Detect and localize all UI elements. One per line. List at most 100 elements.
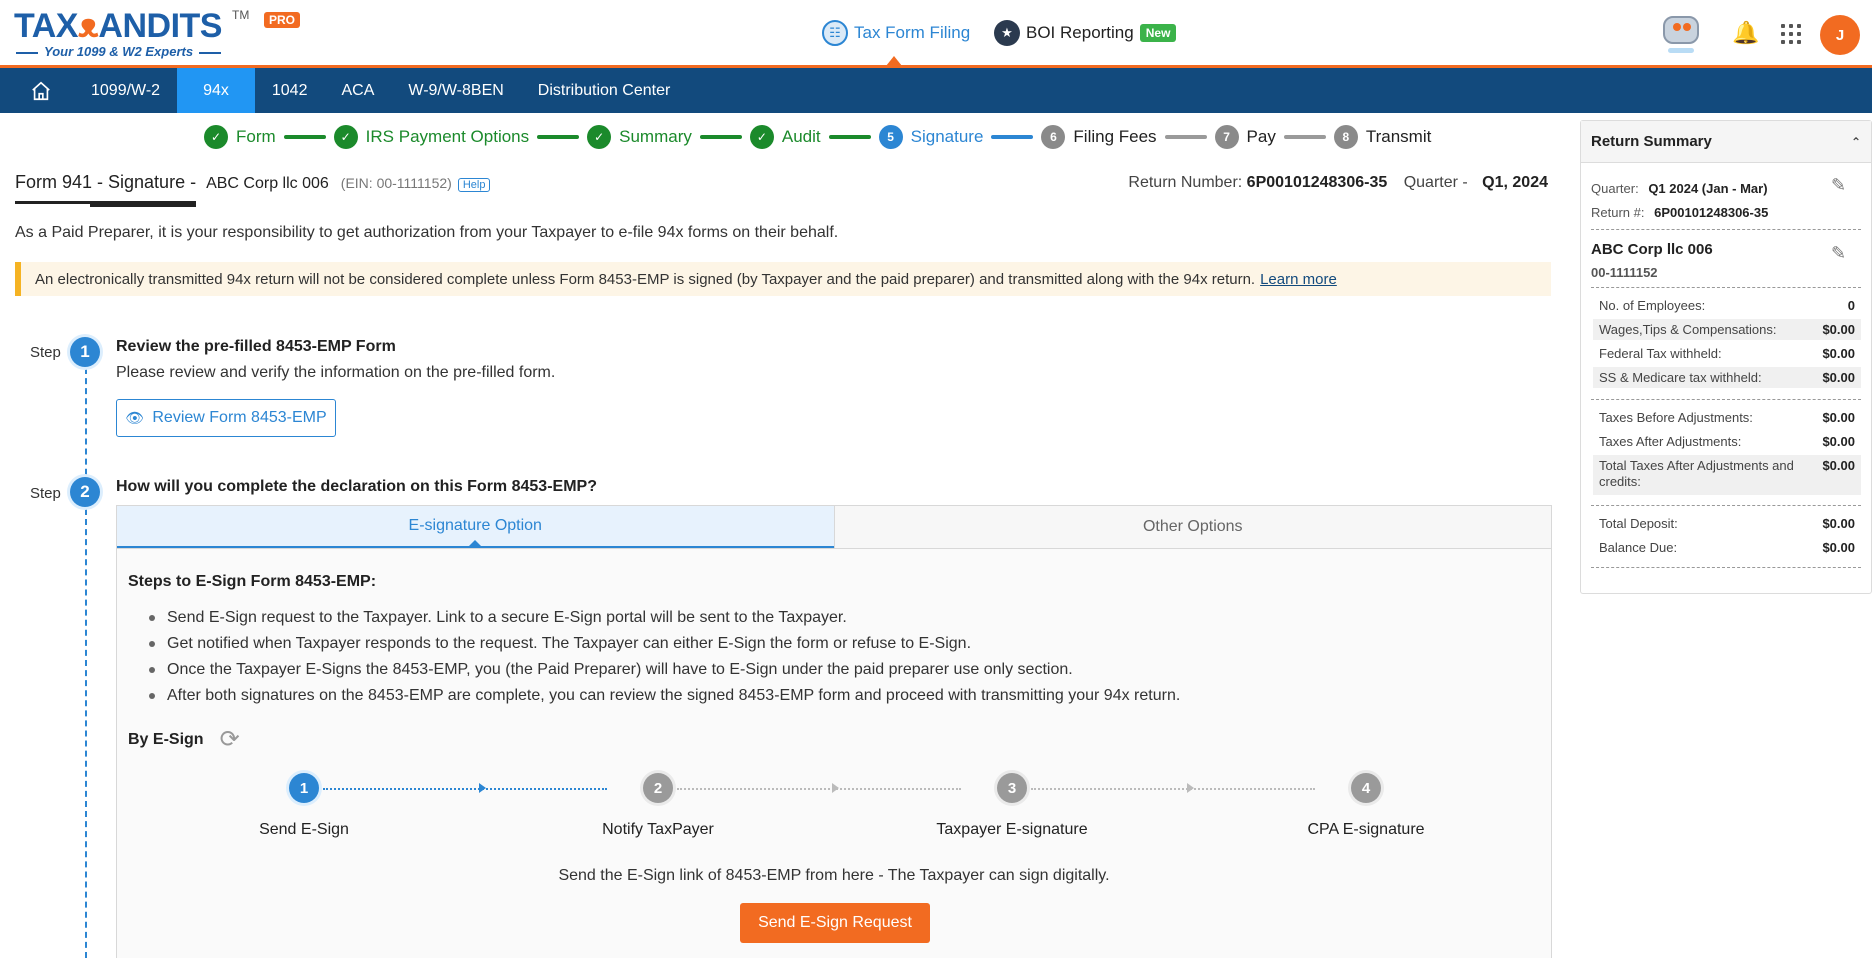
nav-item-w9-w8ben[interactable]: W-9/W-8BEN	[391, 68, 520, 113]
check-icon: ✓	[749, 125, 774, 149]
check-icon: ✓	[587, 125, 612, 149]
progress-step-number: 5	[878, 125, 903, 149]
steps-connector-line	[85, 368, 87, 958]
progress-step-number: 8	[1333, 125, 1358, 149]
by-esign-label: By E-Sign ⟳	[128, 725, 240, 754]
notification-bell-icon[interactable]: 🔔	[1732, 20, 1759, 46]
progress-step-label: Form	[236, 127, 276, 146]
progress-step-summary[interactable]: ✓ Summary	[587, 125, 692, 149]
logo-tagline: Your 1099 & W2 Experts	[16, 44, 227, 59]
quarter-label: Quarter -	[1403, 174, 1468, 191]
esign-step-2: 2	[643, 773, 673, 803]
step-2-number: 2	[70, 477, 100, 507]
arrow-right-icon	[1187, 783, 1194, 793]
chevron-up-icon[interactable]: ⌃	[1851, 135, 1861, 149]
nav-item-1099-w2[interactable]: 1099/W-2	[74, 68, 177, 113]
help-button[interactable]: Help	[457, 178, 491, 192]
send-esign-request-button[interactable]: Send E-Sign Request	[740, 903, 930, 943]
intro-text: As a Paid Preparer, it is your responsib…	[15, 224, 839, 241]
summary-divider	[1591, 229, 1861, 230]
esign-description: Send the E-Sign link of 8453-EMP from he…	[558, 867, 1110, 884]
progress-step-irs-payment-options[interactable]: ✓ IRS Payment Options	[333, 125, 530, 149]
apps-grid-icon[interactable]	[1781, 24, 1801, 44]
progress-step-form[interactable]: ✓ Form	[204, 125, 276, 149]
summary-return-number: Return #: 6P00101248306-35	[1591, 205, 1768, 220]
step-1-heading: Review the pre-filled 8453-EMP Form	[116, 338, 396, 355]
step-2-label: Step	[30, 485, 61, 502]
review-form-button[interactable]: 👁 Review Form 8453-EMP	[116, 399, 336, 437]
list-item: After both signatures on the 8453-EMP ar…	[148, 685, 1180, 711]
tab-esignature-option[interactable]: E-signature Option	[117, 506, 834, 548]
declaration-tabs: E-signature Option Other Options	[117, 506, 1551, 549]
new-badge: New	[1139, 24, 1177, 42]
by-esign-text: By E-Sign	[128, 730, 204, 748]
return-summary-header[interactable]: Return Summary ⌃	[1581, 121, 1871, 163]
esignature-tab-content: Steps to E-Sign Form 8453-EMP: Send E-Si…	[117, 549, 1551, 958]
esign-steps-heading: Steps to E-Sign Form 8453-EMP:	[128, 573, 377, 590]
summary-quarter-label: Quarter:	[1591, 181, 1639, 196]
summary-row: Wages,Tips & Compensations: $0.00	[1593, 319, 1861, 340]
user-avatar[interactable]: J	[1820, 15, 1860, 55]
progress-step-label: Filing Fees	[1073, 127, 1157, 146]
esign-step-4: 4	[1351, 773, 1381, 803]
tab-other-options[interactable]: Other Options	[833, 506, 1551, 548]
nav-item-94x[interactable]: 94x	[177, 68, 255, 113]
tax-form-icon: ☷	[822, 20, 848, 46]
esign-step-1-label: Send E-Sign	[259, 821, 349, 838]
progress-step-audit[interactable]: ✓ Audit	[749, 125, 821, 149]
boi-reporting-label: BOI Reporting	[1026, 23, 1134, 42]
summary-return-value: 6P00101248306-35	[1654, 205, 1769, 220]
tax-form-filing-link[interactable]: ☷ Tax Form Filing	[822, 16, 970, 50]
boi-seal-icon: ★	[994, 20, 1020, 46]
esign-connector-3	[1031, 788, 1315, 790]
return-summary-title: Return Summary	[1591, 133, 1712, 150]
alert-text: An electronically transmitted 94x return…	[35, 270, 1256, 288]
edit-quarter-pencil-icon[interactable]: ✎	[1831, 175, 1846, 196]
progress-step-label: Signature	[910, 127, 984, 146]
progress-step-number: 6	[1041, 125, 1066, 149]
arrow-right-icon	[479, 783, 486, 793]
company-ein: (EIN: 00-1111152)	[340, 175, 452, 191]
esign-connector-1	[323, 788, 607, 790]
pro-badge: PRO	[264, 12, 301, 28]
tax-form-filing-label: Tax Form Filing	[854, 23, 971, 42]
step-2-heading: How will you complete the declaration on…	[116, 478, 597, 495]
edit-company-pencil-icon[interactable]: ✎	[1831, 243, 1846, 264]
taxbandits-logo[interactable]: TAXᴥANDITS TM PRO Your 1099 & W2 Experts	[14, 7, 301, 60]
nav-item-aca[interactable]: ACA	[324, 68, 391, 113]
logo-trademark: TM	[232, 8, 250, 22]
boi-reporting-link[interactable]: ★ BOI Reporting New	[994, 16, 1177, 50]
check-icon: ✓	[204, 125, 228, 149]
return-number-value: 6P00101248306-35	[1246, 174, 1388, 191]
home-icon[interactable]	[0, 68, 74, 113]
quarter-value: Q1, 2024	[1482, 174, 1548, 191]
summary-row: Total Deposit: $0.00	[1599, 516, 1855, 531]
logo-wordmark: TAXᴥANDITS	[14, 7, 222, 45]
esign-step-2-label: Notify TaxPayer	[602, 821, 714, 838]
nav-item-1042[interactable]: 1042	[255, 68, 325, 113]
summary-row: Total Taxes After Adjustments and credit…	[1593, 455, 1861, 495]
list-item: Once the Taxpayer E-Signs the 8453-EMP, …	[148, 659, 1180, 685]
list-item: Send E-Sign request to the Taxpayer. Lin…	[148, 607, 1180, 633]
list-item: Get notified when Taxpayer responds to t…	[148, 633, 1180, 659]
progress-step-label: IRS Payment Options	[365, 127, 530, 146]
step-1-text: Please review and verify the information…	[116, 364, 556, 381]
form-title: Form 941 - Signature -	[15, 172, 197, 204]
summary-row: No. of Employees: 0	[1599, 298, 1855, 313]
review-form-label: Review Form 8453-EMP	[152, 409, 327, 426]
learn-more-link[interactable]: Learn more	[1260, 271, 1337, 288]
nav-item-distribution-center[interactable]: Distribution Center	[521, 68, 688, 113]
progress-step-signature[interactable]: 5 Signature	[878, 125, 984, 149]
refresh-icon[interactable]: ⟳	[220, 725, 240, 754]
assistant-robot-icon[interactable]	[1660, 14, 1702, 54]
esign-step-3-label: Taxpayer E-signature	[936, 821, 1088, 838]
return-summary-panel: Return Summary ⌃ Quarter: Q1 2024 (Jan -…	[1580, 120, 1872, 594]
active-section-caret	[886, 56, 902, 66]
top-header: TAXᴥANDITS TM PRO Your 1099 & W2 Experts…	[0, 0, 1872, 68]
page-title: Form 941 - Signature - ABC Corp llc 006 …	[15, 172, 491, 204]
alert-banner: An electronically transmitted 94x return…	[15, 262, 1551, 296]
filing-progress-stepper: ✓ Form ✓ IRS Payment Options ✓ Summary ✓ Aud…	[204, 124, 1431, 150]
summary-row: SS & Medicare tax withheld: $0.00	[1593, 367, 1861, 388]
summary-row: Federal Tax withheld: $0.00	[1599, 346, 1855, 361]
title-underline	[90, 204, 196, 207]
